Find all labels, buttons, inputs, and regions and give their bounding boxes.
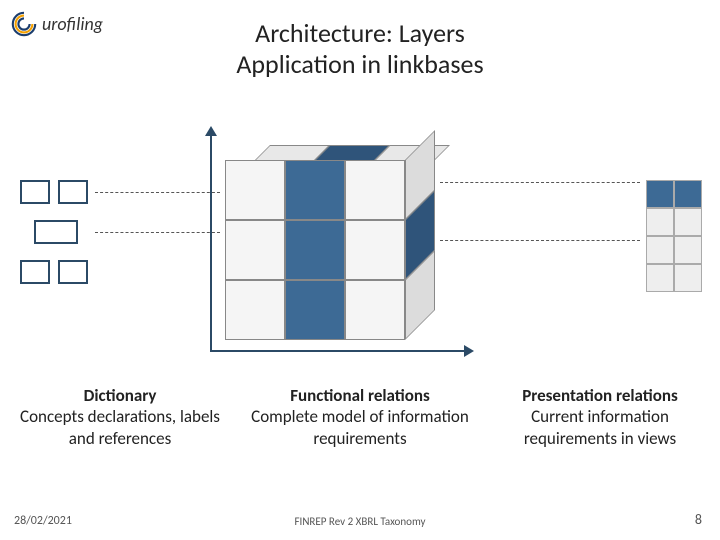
architecture-diagram [0, 130, 720, 370]
grid-cell [674, 208, 702, 236]
dict-box [34, 220, 78, 244]
dict-box [58, 260, 88, 284]
captions-row: Dictionary Concepts declarations, labels… [0, 385, 720, 449]
axis-horizontal [210, 350, 470, 352]
grid-cell [646, 208, 674, 236]
dict-box [20, 180, 50, 204]
footer-date: 28/02/2021 [14, 514, 72, 528]
caption-functional: Functional relations Complete model of i… [250, 385, 470, 449]
footer-source: FINREP Rev 2 XBRL Taxonomy [294, 515, 425, 528]
cube-cell [345, 280, 405, 340]
title-line-1: Architecture: Layers [236, 18, 483, 49]
caption-title: Presentation relations [490, 385, 710, 406]
caption-sub: Current information requirements in view… [524, 406, 676, 448]
slide-title: Architecture: Layers Application in link… [236, 18, 483, 80]
connector-dash [440, 182, 640, 183]
grid-cell [646, 180, 674, 208]
connector-dash [95, 192, 220, 193]
connector-dash [440, 240, 640, 241]
title-line-2: Application in linkbases [236, 49, 483, 80]
cube-cell [225, 160, 285, 220]
cube-cell [225, 220, 285, 280]
connector-dash [95, 232, 220, 233]
caption-title: Dictionary [10, 385, 230, 406]
dict-box [58, 180, 88, 204]
grid-cell [646, 264, 674, 292]
grid-cell [674, 236, 702, 264]
caption-sub: Concepts declarations, labels and refere… [20, 406, 220, 448]
logo-text: urofiling [42, 13, 103, 35]
caption-dictionary: Dictionary Concepts declarations, labels… [10, 385, 230, 449]
footer-page-number: 8 [695, 511, 702, 528]
caption-presentation: Presentation relations Current informati… [490, 385, 710, 449]
cube-cell [345, 160, 405, 220]
cube-cell [345, 220, 405, 280]
cube-cell [285, 160, 345, 220]
presentation-grid [646, 180, 702, 292]
dict-box [20, 260, 50, 284]
grid-cell [674, 264, 702, 292]
cube-cell [225, 280, 285, 340]
eurofiling-swirl-icon [10, 10, 38, 38]
logo: urofiling [10, 10, 103, 38]
caption-title: Functional relations [250, 385, 470, 406]
grid-cell [646, 236, 674, 264]
axis-vertical [210, 130, 212, 350]
grid-cell [674, 180, 702, 208]
cube-cell [285, 280, 345, 340]
caption-sub: Complete model of information requiremen… [251, 406, 469, 448]
cube-cell [285, 220, 345, 280]
